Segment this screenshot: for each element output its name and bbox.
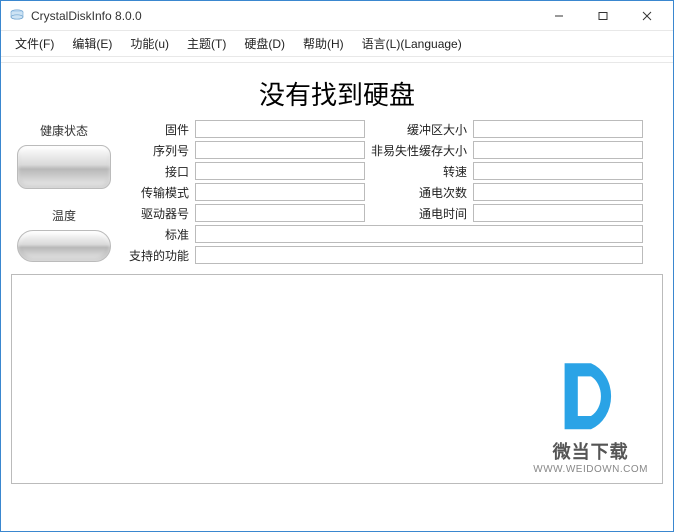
buffer-value (473, 120, 643, 138)
temperature-label: 温度 (52, 207, 76, 224)
health-indicator[interactable] (17, 145, 111, 189)
interface-label: 接口 (121, 163, 191, 180)
titlebar: CrystalDiskInfo 8.0.0 (1, 1, 673, 31)
close-button[interactable] (625, 2, 669, 30)
interface-value (195, 162, 365, 180)
app-window: CrystalDiskInfo 8.0.0 文件(F) 编辑(E) 功能(u) … (0, 0, 674, 532)
menu-edit[interactable]: 编辑(E) (64, 32, 120, 55)
drive-value (195, 204, 365, 222)
transfer-value (195, 183, 365, 201)
drive-label: 驱动器号 (121, 205, 191, 222)
standard-value (195, 225, 643, 243)
temperature-indicator[interactable] (17, 230, 111, 262)
info-grid: 固件 缓冲区大小 序列号 非易失性缓存大小 接口 转速 传输模式 通电次数 驱动… (121, 120, 663, 264)
standard-label: 标准 (121, 226, 191, 243)
poweron-count-label: 通电次数 (369, 184, 469, 201)
top-area: 健康状态 温度 固件 缓冲区大小 序列号 非易失性缓存大小 接口 转速 传 (11, 120, 663, 264)
minimize-button[interactable] (537, 2, 581, 30)
menu-language[interactable]: 语言(L)(Language) (354, 32, 470, 55)
serial-value (195, 141, 365, 159)
smart-list-box: 微当下载 WWW.WEIDOWN.COM (11, 274, 663, 484)
rpm-label: 转速 (369, 163, 469, 180)
poweron-hours-label: 通电时间 (369, 205, 469, 222)
buffer-label: 缓冲区大小 (369, 121, 469, 138)
serial-label: 序列号 (121, 142, 191, 159)
nvcache-label: 非易失性缓存大小 (369, 142, 469, 159)
nvcache-value (473, 141, 643, 159)
menu-disk[interactable]: 硬盘(D) (236, 32, 293, 55)
poweron-hours-value (473, 204, 643, 222)
menubar: 文件(F) 编辑(E) 功能(u) 主题(T) 硬盘(D) 帮助(H) 语言(L… (1, 31, 673, 57)
maximize-button[interactable] (581, 2, 625, 30)
window-title: CrystalDiskInfo 8.0.0 (31, 9, 537, 23)
app-icon (9, 8, 25, 24)
health-label: 健康状态 (40, 122, 88, 139)
watermark-url: WWW.WEIDOWN.COM (533, 464, 648, 475)
status-column: 健康状态 温度 (11, 120, 117, 262)
menu-help[interactable]: 帮助(H) (295, 32, 352, 55)
menu-function[interactable]: 功能(u) (122, 32, 177, 55)
firmware-value (195, 120, 365, 138)
poweron-count-value (473, 183, 643, 201)
watermark-logo-icon (547, 350, 635, 438)
watermark: 微当下载 WWW.WEIDOWN.COM (533, 350, 648, 475)
no-disk-heading: 没有找到硬盘 (11, 75, 663, 112)
transfer-label: 传输模式 (121, 184, 191, 201)
content-area: 没有找到硬盘 健康状态 温度 固件 缓冲区大小 序列号 非易失性缓存大小 接口 (1, 63, 673, 494)
firmware-label: 固件 (121, 121, 191, 138)
watermark-name: 微当下载 (533, 438, 648, 464)
supported-value (195, 246, 643, 264)
supported-label: 支持的功能 (121, 247, 191, 264)
rpm-value (473, 162, 643, 180)
menu-file[interactable]: 文件(F) (7, 32, 62, 55)
menu-theme[interactable]: 主题(T) (179, 32, 234, 55)
